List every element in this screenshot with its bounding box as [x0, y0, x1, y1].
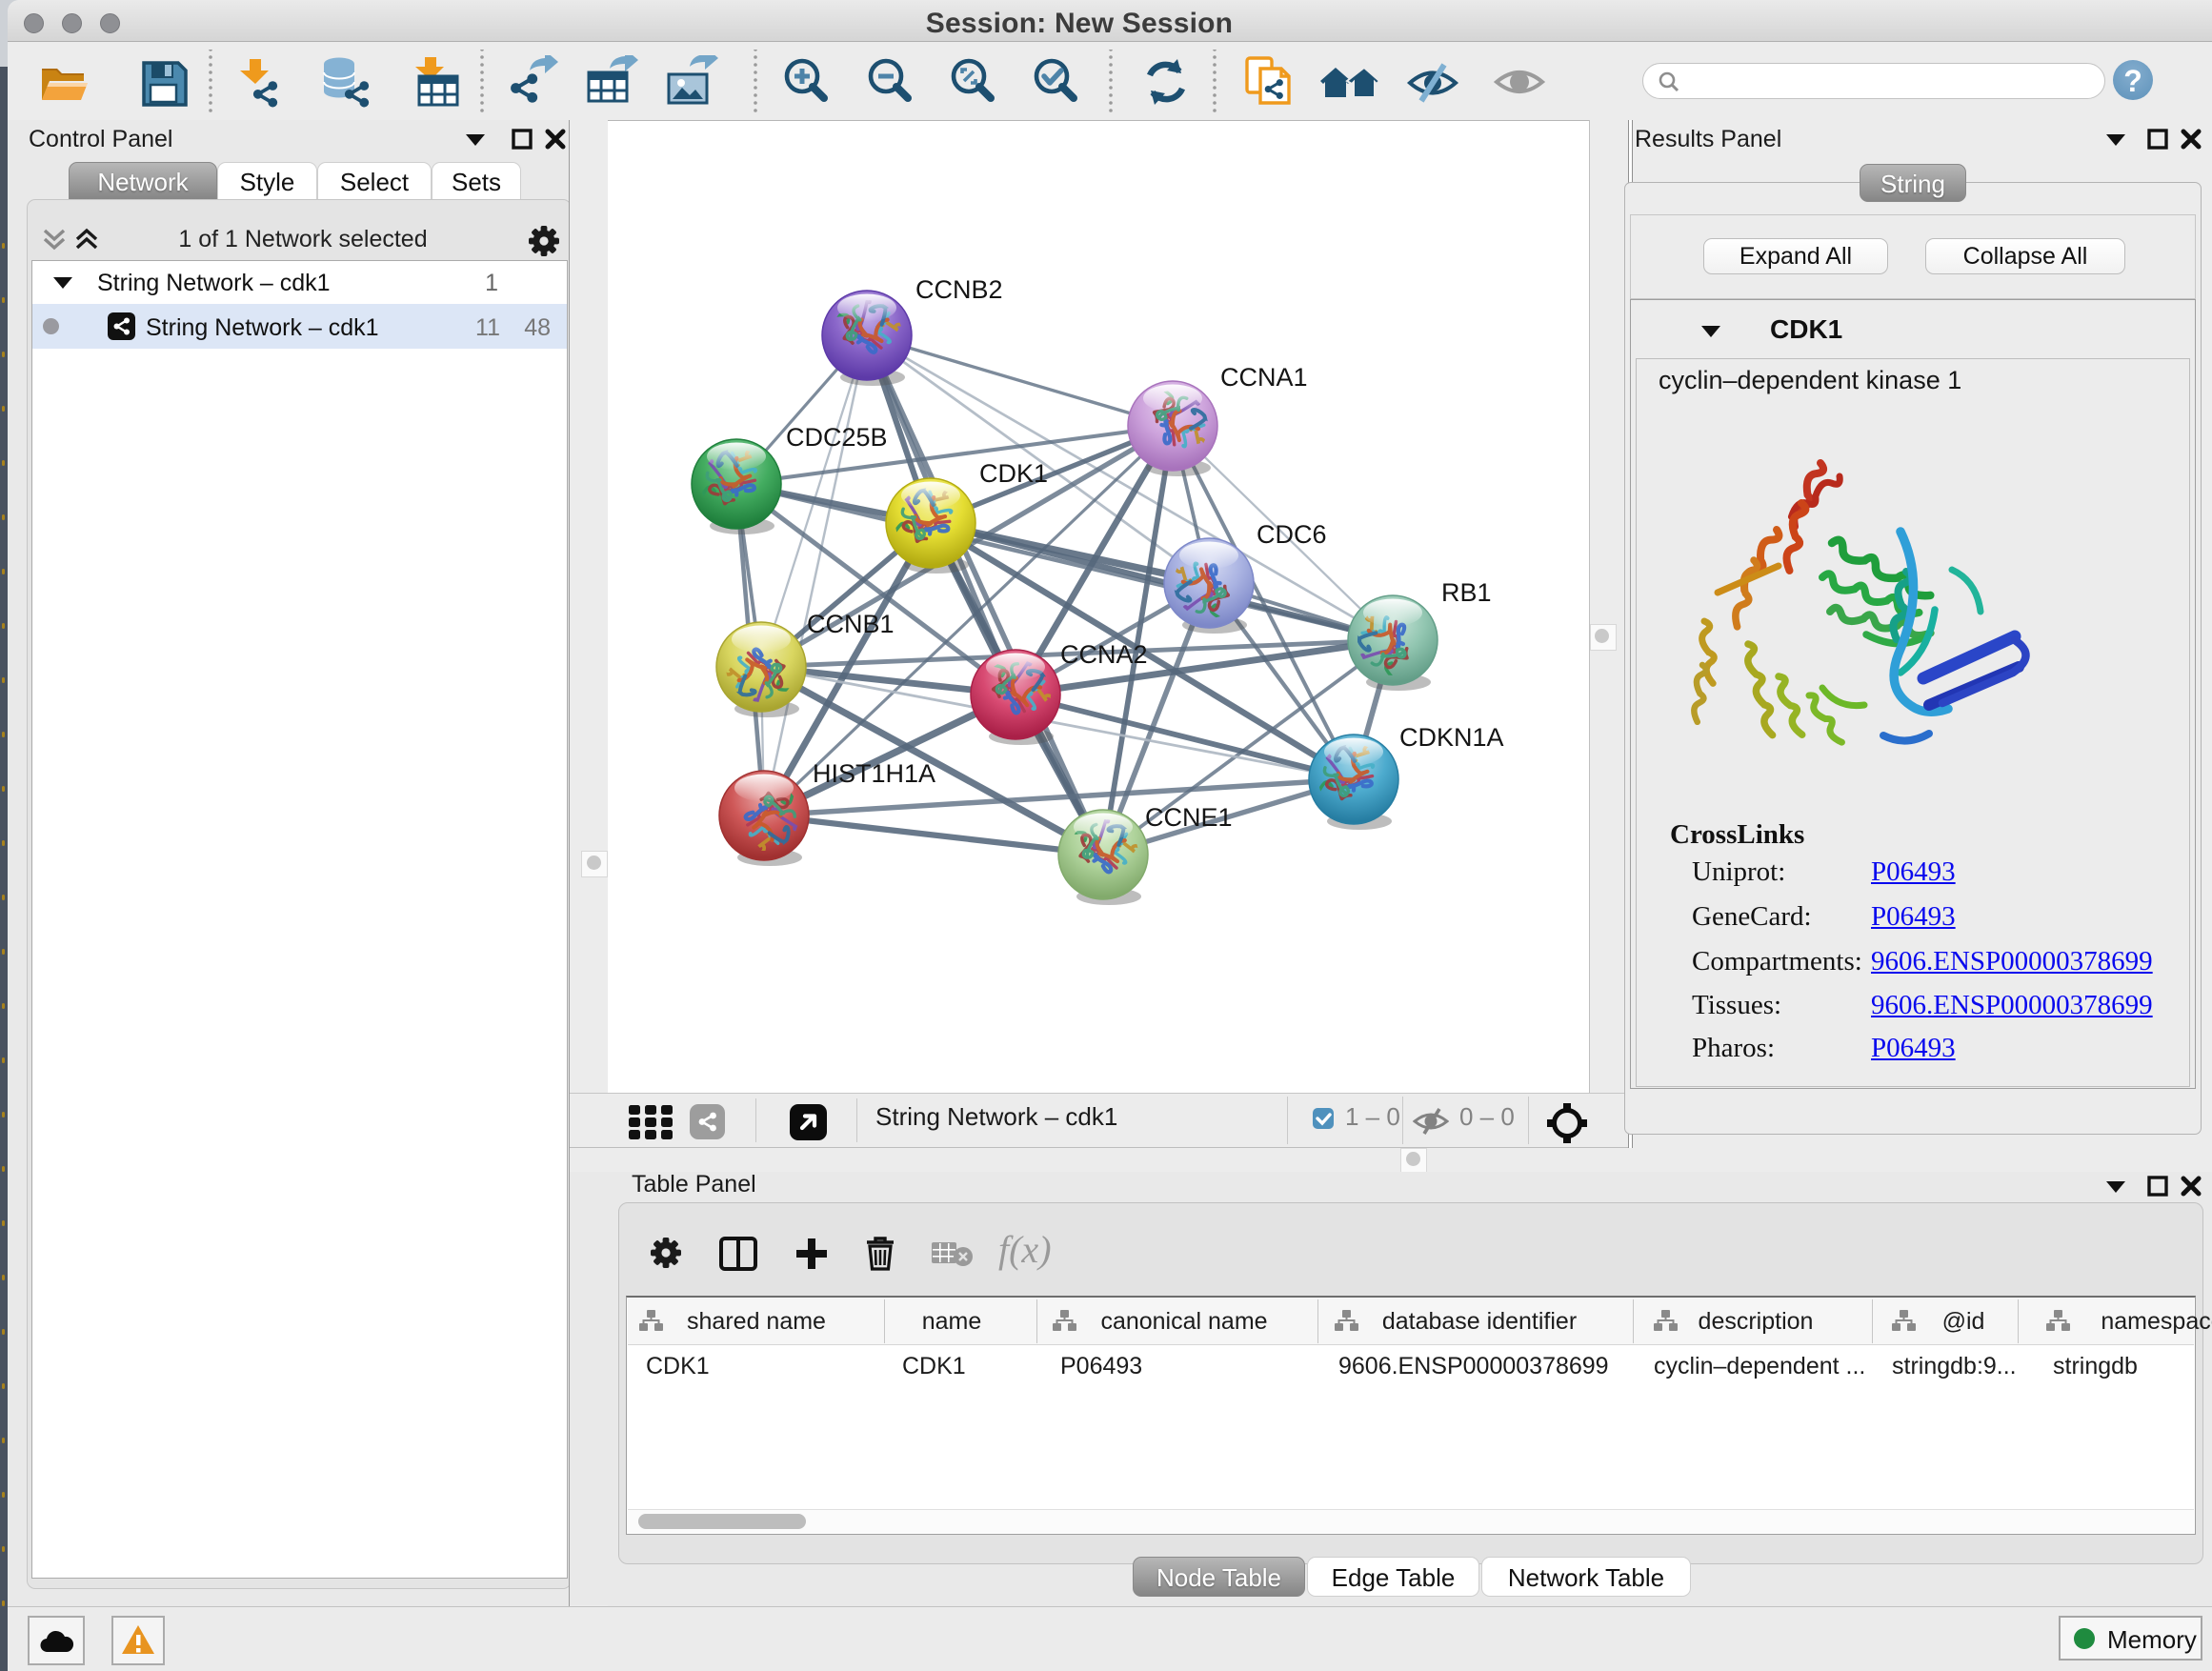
svg-text:HIST1H1A: HIST1H1A: [813, 759, 935, 788]
svg-text:RB1: RB1: [1441, 578, 1492, 607]
svg-text:CCNB1: CCNB1: [807, 610, 895, 638]
svg-text:CCNB2: CCNB2: [915, 275, 1003, 304]
svg-text:CDC6: CDC6: [1257, 520, 1327, 549]
svg-text:CCNE1: CCNE1: [1145, 803, 1233, 832]
svg-text:CCNA2: CCNA2: [1060, 640, 1148, 669]
svg-text:CDK1: CDK1: [979, 459, 1048, 488]
svg-text:CDC25B: CDC25B: [786, 423, 888, 452]
svg-text:CCNA1: CCNA1: [1220, 363, 1308, 392]
svg-text:CDKN1A: CDKN1A: [1399, 723, 1504, 752]
